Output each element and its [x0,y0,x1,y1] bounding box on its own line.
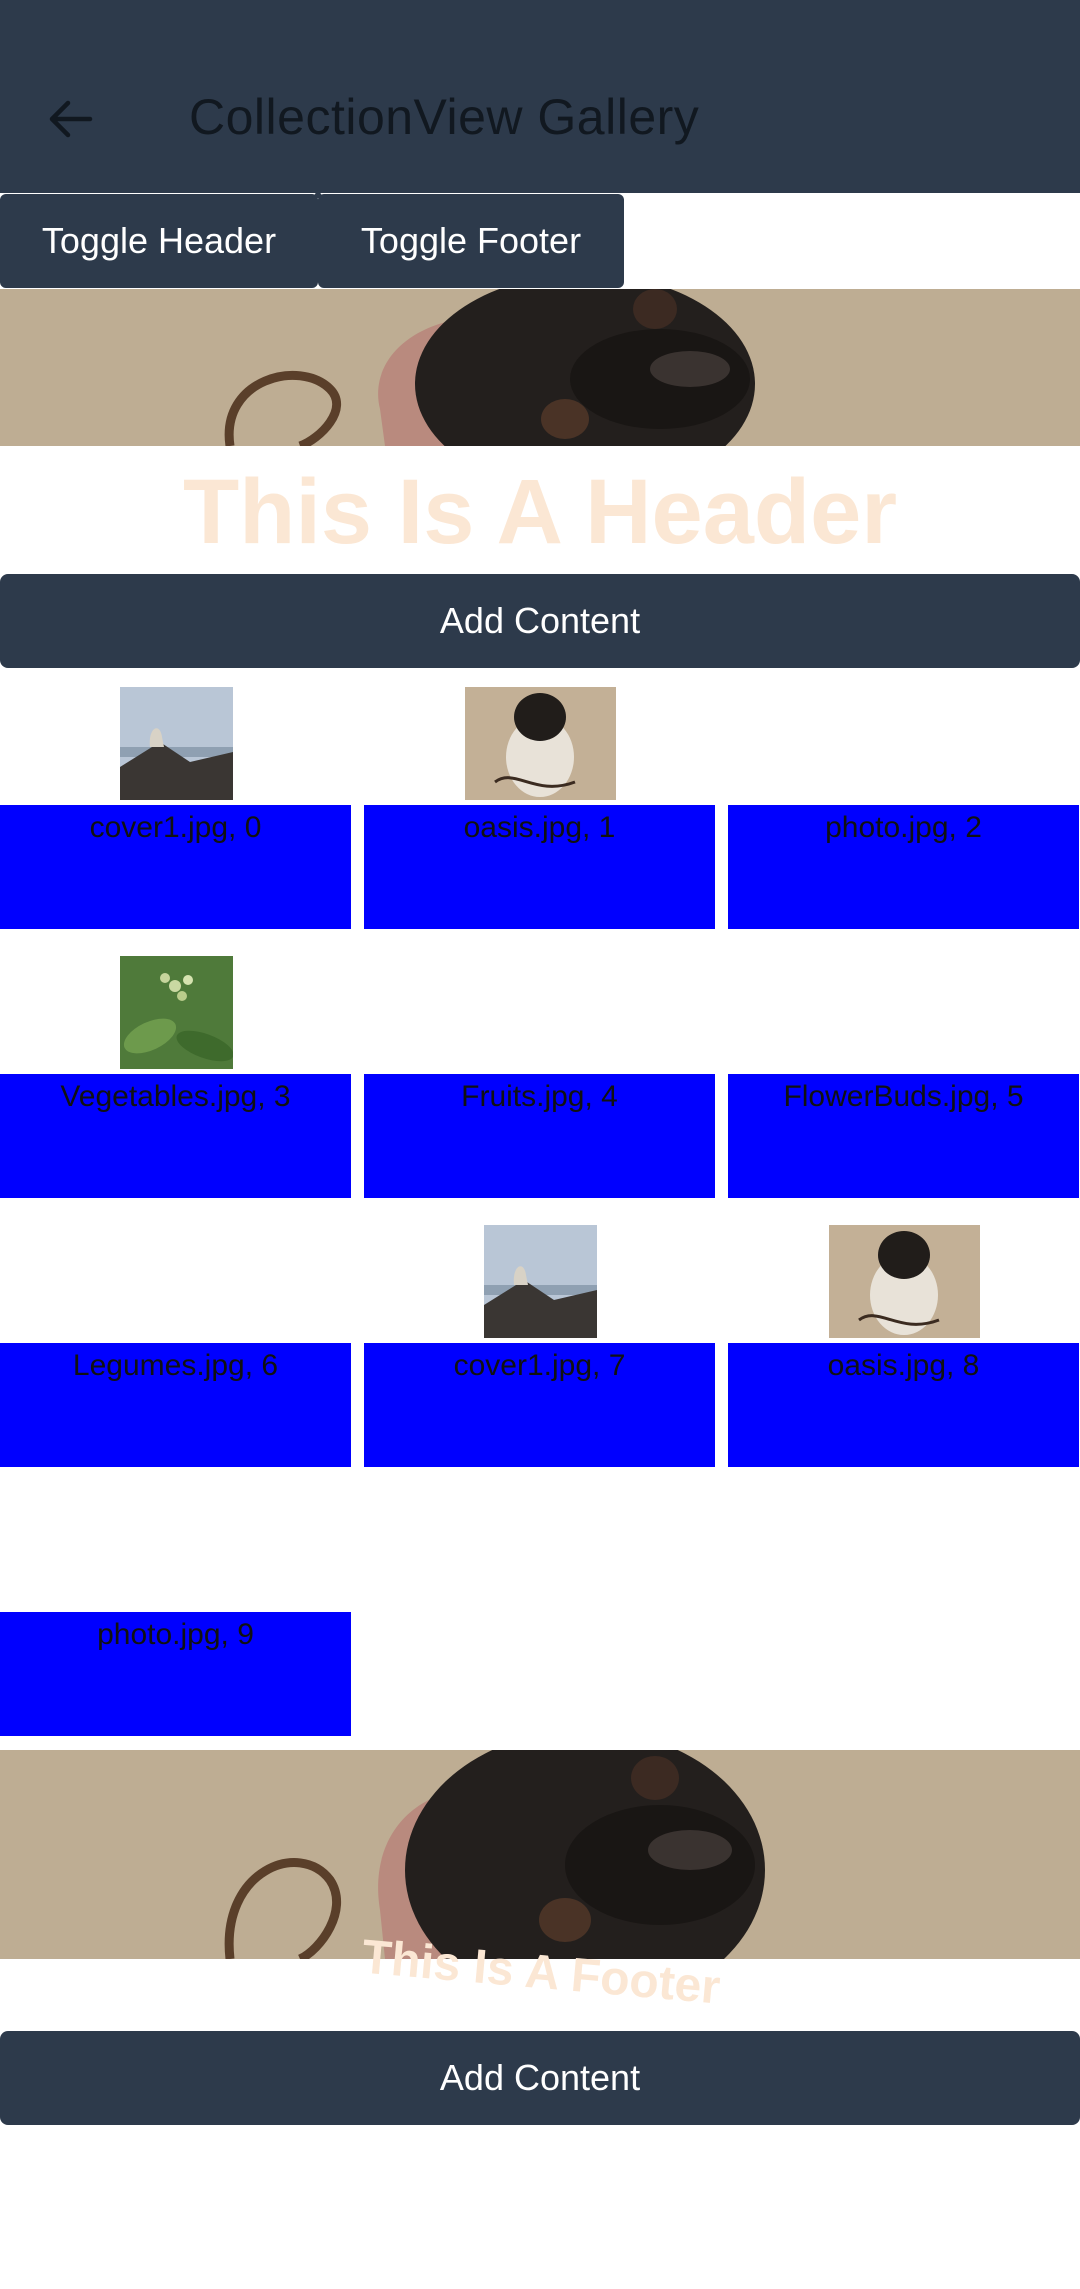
mountain-photo-thumbnail [120,687,233,800]
gallery-item-3[interactable]: Vegetables.jpg, 3 [0,956,351,1200]
gallery-item-0[interactable]: cover1.jpg, 0 [0,687,351,931]
gallery-item-1[interactable]: oasis.jpg, 1 [364,687,715,931]
plant-photo-thumbnail [120,956,233,1069]
gallery-item-6[interactable]: Legumes.jpg, 6 [0,1225,351,1469]
gallery-item-label: Legumes.jpg, 6 [0,1343,351,1467]
arrow-left-icon[interactable] [44,93,96,145]
footer-add-content-button[interactable]: Add Content [0,2031,1080,2125]
toggle-header-button[interactable]: Toggle Header [0,194,318,288]
gallery-item-7[interactable]: cover1.jpg, 7 [364,1225,715,1469]
gallery-item-8[interactable]: oasis.jpg, 8 [728,1225,1079,1469]
gallery-item-label: FlowerBuds.jpg, 5 [728,1074,1079,1198]
app-bar: CollectionView Gallery [0,0,1080,193]
gallery-item-2[interactable]: photo.jpg, 2 [728,687,1079,931]
gallery-item-4[interactable]: Fruits.jpg, 4 [364,956,715,1200]
gallery-item-label: Vegetables.jpg, 3 [0,1074,351,1198]
gallery-item-label: cover1.jpg, 7 [364,1343,715,1467]
toggle-footer-button[interactable]: Toggle Footer [318,194,624,288]
header-title: This Is A Header [182,461,898,563]
mountain-photo-thumbnail [484,1225,597,1338]
button-divider-notch [312,190,324,198]
gallery-item-5[interactable]: FlowerBuds.jpg, 5 [728,956,1079,1200]
gallery-item-label: Fruits.jpg, 4 [364,1074,715,1198]
gallery-item-label: photo.jpg, 2 [728,805,1079,929]
gallery-item-label: photo.jpg, 9 [0,1612,351,1736]
header-add-content-button[interactable]: Add Content [0,574,1080,668]
gallery-item-label: cover1.jpg, 0 [0,805,351,929]
dog-photo-thumbnail [829,1225,980,1338]
gallery-item-9[interactable]: photo.jpg, 9 [0,1494,351,1738]
header-banner-image [0,289,1080,446]
dog-photo-thumbnail [465,687,616,800]
gallery-item-label: oasis.jpg, 1 [364,805,715,929]
gallery-item-label: oasis.jpg, 8 [728,1343,1079,1467]
page-title: CollectionView Gallery [189,89,700,145]
